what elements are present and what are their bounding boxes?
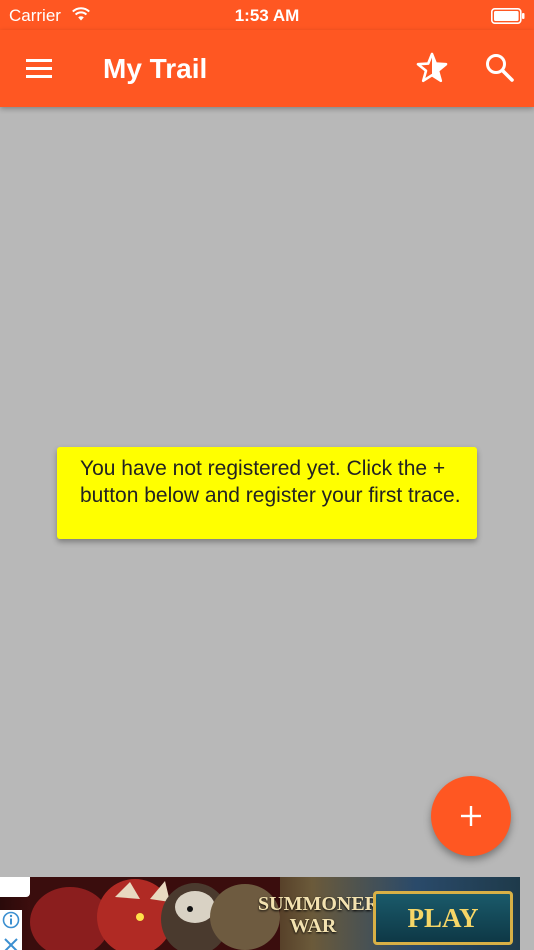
star-icon — [416, 52, 448, 83]
menu-button[interactable] — [22, 52, 58, 86]
ad-info-icon[interactable] — [0, 910, 22, 930]
menu-icon — [26, 59, 52, 78]
ad-artwork — [30, 877, 280, 950]
search-icon — [486, 54, 514, 82]
app-screen: Carrier 1:53 AM My Trail You have not re… — [0, 0, 534, 950]
ad-banner[interactable]: SUMMONERS WAR PLAY FREE — [0, 877, 520, 950]
ad-logo: SUMMONERS WAR — [258, 893, 391, 937]
empty-state-message: You have not registered yet. Click the +… — [57, 447, 477, 539]
favorites-button[interactable] — [414, 50, 450, 86]
ad-badge — [0, 877, 30, 897]
clock-time: 1:53 AM — [234, 6, 300, 25]
ad-edge-spacer — [520, 877, 534, 950]
status-bar: Carrier 1:53 AM — [0, 0, 534, 30]
plus-icon — [461, 806, 481, 826]
add-trace-button[interactable] — [431, 776, 511, 856]
ad-close-icon[interactable] — [0, 935, 22, 950]
ad-info-controls[interactable] — [0, 910, 22, 950]
battery-icon — [491, 8, 525, 24]
ad-play-button[interactable]: PLAY FREE — [373, 891, 513, 945]
app-bar: My Trail — [0, 30, 534, 107]
search-button[interactable] — [482, 50, 518, 86]
page-title: My Trail — [103, 53, 208, 84]
